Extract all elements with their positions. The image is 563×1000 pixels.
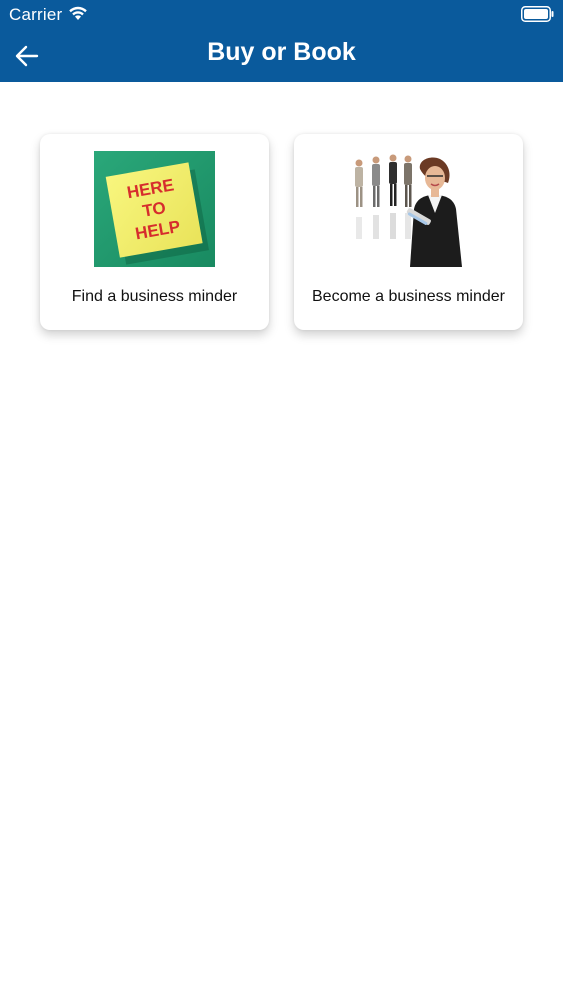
become-business-minder-card[interactable]: Become a business minder	[294, 134, 523, 330]
here-to-help-note-image: HERE TO HELP	[94, 151, 215, 267]
become-business-minder-label: Become a business minder	[312, 288, 505, 305]
battery-icon	[521, 6, 554, 22]
page-title: Buy or Book	[207, 38, 356, 66]
find-business-minder-label: Find a business minder	[71, 288, 238, 305]
app-header: Carrier Buy or Book	[0, 0, 563, 82]
navigation-bar: Buy or Book	[0, 30, 563, 82]
status-bar: Carrier	[0, 0, 563, 30]
find-business-minder-card[interactable]: HERE TO HELP Find a business minder	[40, 134, 269, 330]
business-people-image	[348, 151, 469, 267]
note-text-line-2: TO	[141, 198, 167, 221]
wifi-icon	[69, 6, 87, 20]
carrier-label: Carrier	[9, 5, 63, 24]
